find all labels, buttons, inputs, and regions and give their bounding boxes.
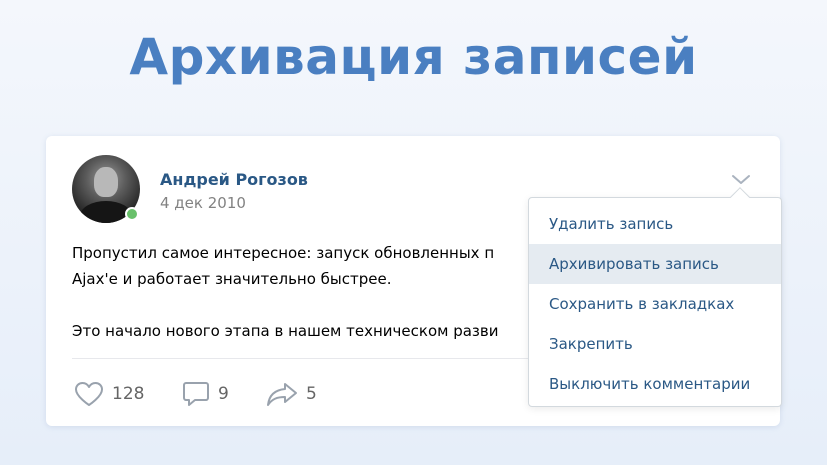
chevron-down-icon [732, 175, 750, 184]
post-menu-toggle[interactable] [730, 172, 752, 186]
post-text: Пропустил самое интересное: запуск обнов… [72, 240, 542, 344]
menu-item-pin-post[interactable]: Закрепить [529, 324, 781, 364]
page-headline: Архивация записей [129, 28, 698, 86]
menu-item-delete-post[interactable]: Удалить запись [529, 204, 781, 244]
author-name-link[interactable]: Андрей Рогозов [160, 170, 308, 189]
online-status-icon [125, 207, 139, 221]
comment-count: 9 [218, 384, 229, 404]
author-avatar[interactable] [72, 155, 140, 223]
comment-icon [183, 382, 209, 406]
post-paragraph-1-line-1: Пропустил самое интересное: запуск обнов… [72, 244, 495, 262]
menu-item-save-bookmark[interactable]: Сохранить в закладках [529, 284, 781, 324]
post-actions-menu: Удалить запись Архивировать запись Сохра… [528, 187, 782, 407]
menu-item-disable-comments[interactable]: Выключить комментарии [529, 364, 781, 404]
like-count: 128 [112, 384, 145, 404]
avatar-face [94, 167, 118, 197]
post-paragraph-1: Пропустил самое интересное: запуск обнов… [72, 240, 542, 292]
share-arrow-icon [267, 383, 297, 406]
comment-button[interactable]: 9 [182, 380, 229, 408]
post-paragraph-1-line-2: Ajax'е и работает значительно быстрее. [72, 270, 392, 288]
menu-item-archive-post[interactable]: Архивировать запись [529, 244, 781, 284]
share-button[interactable]: 5 [266, 380, 317, 408]
post-paragraph-2: Это начало нового этапа в нашем техничес… [72, 322, 499, 340]
share-count: 5 [306, 384, 317, 404]
post-date-link[interactable]: 4 дек 2010 [160, 194, 246, 212]
heart-icon [75, 382, 103, 406]
like-button[interactable]: 128 [74, 380, 144, 408]
